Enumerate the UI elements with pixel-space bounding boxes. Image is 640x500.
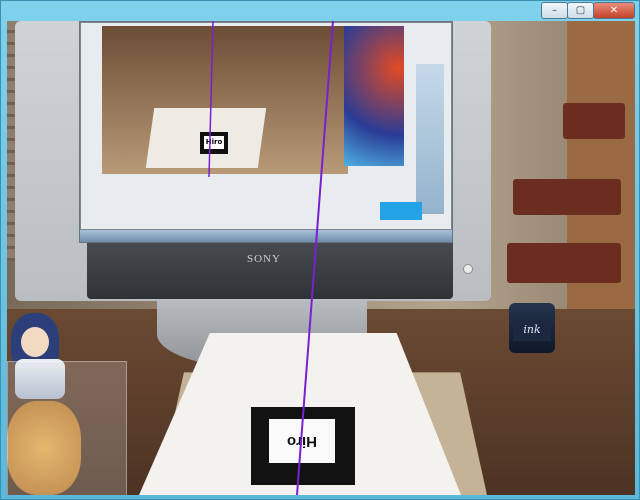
monitor-brand: SONY	[247, 253, 281, 265]
inner-taskbar	[80, 230, 452, 242]
maximize-button[interactable]: ▢	[567, 2, 594, 19]
close-icon: ✕	[609, 4, 619, 16]
power-button-icon	[463, 264, 473, 274]
close-button[interactable]: ✕	[593, 2, 635, 19]
minimize-icon: –	[552, 4, 557, 16]
inner-marker-text: Hiro	[204, 136, 224, 149]
plastic-bag	[7, 361, 127, 495]
shelf-bottom	[507, 243, 621, 283]
inner-sidebar	[416, 64, 444, 214]
app-window: – ▢ ✕ ink Hiro SONY Hiro	[0, 0, 640, 500]
hiro-marker-text: Hiro	[287, 433, 317, 450]
ink-label: ink	[513, 319, 551, 341]
figure-face	[21, 327, 49, 357]
maximize-icon: ▢	[575, 4, 586, 16]
camera-view: ink Hiro SONY Hiro	[7, 21, 635, 495]
inner-tunnel-render	[344, 26, 404, 166]
caption-buttons: – ▢ ✕	[541, 2, 635, 19]
shelf-upper	[563, 103, 625, 139]
inner-cyan-box	[380, 202, 422, 220]
monitor-screen: Hiro	[79, 21, 453, 243]
monitor-chin	[87, 243, 453, 299]
shelf-top	[513, 179, 621, 215]
minimize-button[interactable]: –	[541, 2, 568, 19]
title-bar[interactable]: – ▢ ✕	[1, 1, 640, 21]
monitor: Hiro SONY	[15, 21, 491, 301]
